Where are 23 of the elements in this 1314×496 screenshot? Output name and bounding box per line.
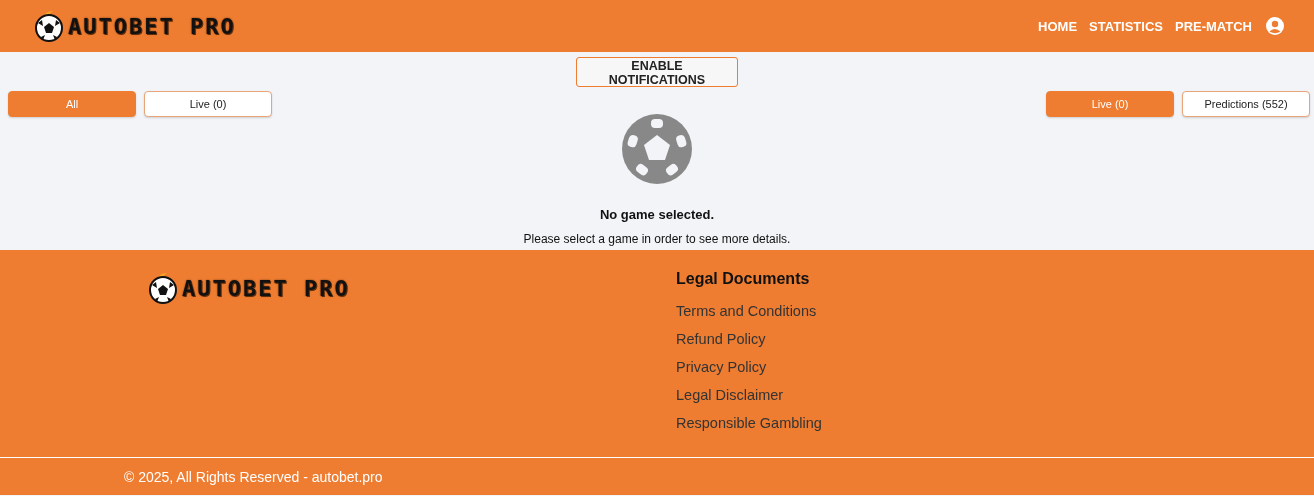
footer-link[interactable]: Refund Policy: [676, 330, 822, 349]
ball-logo-icon: [33, 10, 65, 42]
nav-link[interactable]: STATISTICS: [1089, 18, 1163, 34]
enable-notifications-button[interactable]: ENABLE NOTIFICATIONS: [576, 57, 738, 87]
user-account-icon[interactable]: [1266, 17, 1284, 35]
footer-link[interactable]: Terms and Conditions: [676, 302, 822, 321]
soccer-ball-icon: [622, 114, 692, 184]
footer-link[interactable]: Legal Disclaimer: [676, 386, 822, 405]
empty-state-message: Please select a game in order to see more details.: [523, 232, 791, 246]
logo-text: AUTOBET PRO: [182, 275, 350, 301]
footer-link[interactable]: Responsible Gambling: [676, 414, 822, 433]
filter-tab[interactable]: Live (0): [144, 91, 272, 117]
empty-state-title: No game selected.: [599, 207, 715, 222]
nav-link[interactable]: PRE-MATCH: [1174, 18, 1252, 34]
ball-logo-icon: [147, 272, 179, 304]
logo-text: AUTOBET PRO: [68, 13, 236, 39]
filter-tab[interactable]: All: [8, 91, 136, 117]
filter-tab[interactable]: Live (0): [1046, 91, 1174, 117]
filter-tab[interactable]: Predictions (552): [1182, 91, 1310, 117]
nav-link[interactable]: HOME: [1038, 18, 1078, 34]
legal-documents-heading: Legal Documents: [676, 270, 811, 288]
footer-link[interactable]: Privacy Policy: [676, 358, 822, 377]
copyright-text: © 2025, All Rights Reserved - autobet.pro: [124, 468, 383, 485]
